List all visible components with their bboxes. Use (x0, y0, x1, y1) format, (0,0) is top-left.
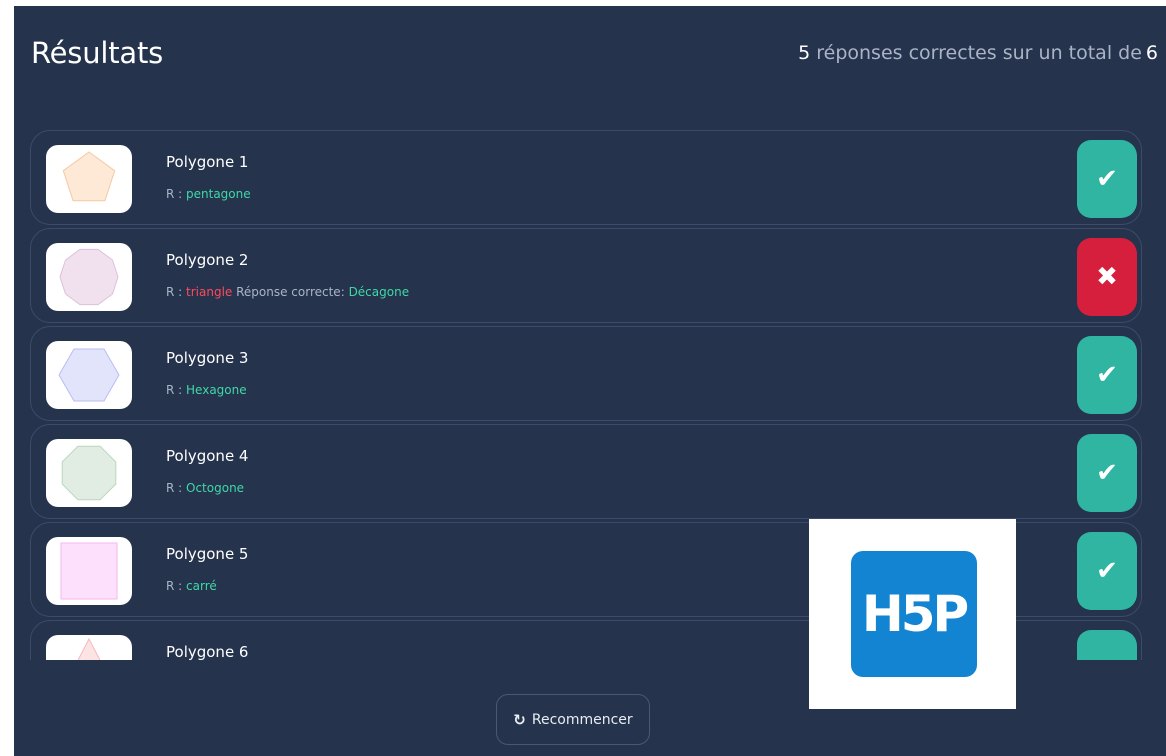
row-answer: R : triangle Réponse correcte: Décagone (166, 285, 409, 299)
polygon-thumbnail (46, 439, 132, 507)
wrong-badge: ✖ (1077, 238, 1137, 316)
result-row: Polygone 4 R : Octogone ✔ (30, 424, 1142, 519)
refresh-icon: ↻ (513, 710, 526, 729)
decagon-shape (59, 248, 119, 306)
given-answer: triangle (186, 285, 233, 299)
checkmark-icon: ✔ (1096, 164, 1118, 194)
given-answer: carré (186, 579, 217, 593)
given-answer: pentagone (186, 187, 251, 201)
answer-prefix: R : (166, 383, 187, 397)
restart-button[interactable]: ↻ Recommencer (496, 694, 650, 745)
score-text: réponses correctes sur un total de (816, 42, 1142, 64)
row-title: Polygone 5 (166, 545, 249, 563)
polygon-shape (62, 151, 116, 202)
answer-prefix: R : (166, 481, 187, 495)
pentagon-shape (62, 151, 116, 202)
checkmark-icon: ✔ (1077, 630, 1137, 660)
row-title: Polygone 6 (166, 643, 249, 660)
polygon-shape (60, 542, 118, 600)
polygon-thumbnail (46, 243, 132, 311)
result-row: Polygone 1 R : pentagone ✔ (30, 130, 1142, 225)
close-icon: ✖ (1096, 262, 1118, 292)
octagon-shape (61, 445, 117, 501)
answer-prefix: R : (166, 579, 187, 593)
results-header: Résultats 5 réponses correctes sur un tot… (14, 6, 1166, 106)
row-title: Polygone 4 (166, 447, 249, 465)
polygon-thumbnail (46, 341, 132, 409)
polygon-shape (58, 348, 120, 402)
polygon-shape (77, 637, 101, 660)
given-answer: Octogone (186, 481, 245, 495)
page-title: Résultats (31, 36, 164, 70)
checkmark-icon: ✔ (1096, 458, 1118, 488)
row-answer: R : Hexagone (166, 383, 247, 397)
polygon-thumbnail (46, 537, 132, 605)
row-title: Polygone 3 (166, 349, 249, 367)
restart-label: Recommencer (531, 711, 633, 728)
polygon-shape (59, 248, 119, 306)
polygon-thumbnail (46, 635, 132, 660)
correct-badge: ✔ (1077, 532, 1137, 610)
correct-badge: ✔ (1077, 434, 1137, 512)
correct-badge: ✔ (1077, 336, 1137, 414)
h5p-logo: H5P (851, 551, 977, 677)
polygon-thumbnail (46, 145, 132, 213)
polygon-shape (61, 445, 117, 501)
hexagon-shape (58, 348, 120, 402)
score-correct-count: 5 (798, 42, 811, 64)
correct-badge: ✔ (1077, 630, 1137, 660)
answer-prefix: R : (166, 187, 187, 201)
result-row: Polygone 3 R : Hexagone ✔ (30, 326, 1142, 421)
answer-prefix: R : (166, 285, 187, 299)
score-total-count: 6 (1145, 42, 1158, 64)
checkmark-icon: ✔ (1096, 360, 1118, 390)
row-title: Polygone 1 (166, 153, 249, 171)
row-answer: R : pentagone (166, 187, 251, 201)
correct-answer: Décagone (348, 285, 410, 299)
given-answer: Hexagone (186, 383, 247, 397)
row-answer: R : Octogone (166, 481, 244, 495)
h5p-logo-box: H5P (809, 519, 1016, 709)
correct-answer-label: Réponse correcte: (232, 285, 349, 299)
row-title: Polygone 2 (166, 251, 249, 269)
correct-badge: ✔ (1077, 140, 1137, 218)
result-row: Polygone 2 R : triangle Réponse correcte:… (30, 228, 1142, 323)
square-shape (60, 542, 118, 600)
row-answer: R : carré (166, 579, 217, 593)
checkmark-icon: ✔ (1096, 556, 1118, 586)
triangle-shape (77, 637, 101, 660)
score-summary: 5 réponses correctes sur un total de 6 (798, 42, 1158, 64)
